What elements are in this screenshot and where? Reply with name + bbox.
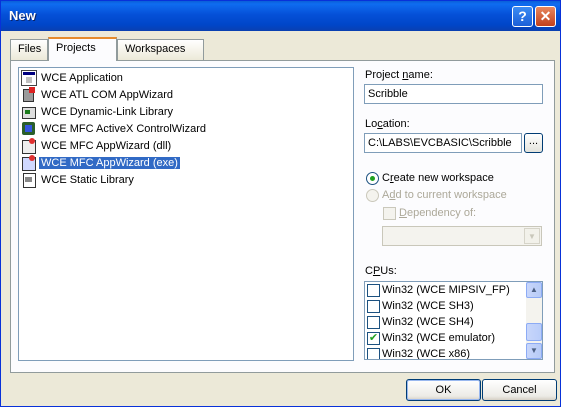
cpu-checkbox[interactable]: [367, 283, 380, 297]
list-item-mfc-appwizard-dll[interactable]: WCE MFC AppWizard (dll): [21, 138, 173, 154]
cpu-label: Win32 (WCE MIPSIV_FP): [382, 284, 510, 296]
scroll-up-icon[interactable]: ▲: [526, 282, 542, 298]
list-item-mfc-appwizard-exe[interactable]: WCE MFC AppWizard (exe): [21, 155, 181, 171]
activex-icon: [21, 121, 37, 137]
dependency-checkbox[interactable]: [383, 207, 396, 220]
location-label: Location:: [365, 118, 410, 130]
project-name-label: Project name:: [365, 69, 433, 81]
list-item-label: WCE MFC ActiveX ControlWizard: [41, 123, 207, 135]
scroll-down-icon[interactable]: ▼: [526, 343, 542, 359]
static-lib-icon: [21, 172, 37, 188]
mfc-exe-icon: [21, 155, 37, 171]
app-icon: [21, 70, 37, 86]
cpu-item-mipsiv-fp[interactable]: Win32 (WCE MIPSIV_FP): [367, 282, 510, 298]
mfc-dll-icon: [21, 138, 37, 154]
ok-button[interactable]: OK: [406, 379, 481, 401]
list-item-wce-application[interactable]: WCE Application: [21, 70, 125, 86]
list-item-label: WCE Application: [41, 72, 123, 84]
dependency-label: Dependency of:: [399, 207, 477, 219]
cpu-checkbox[interactable]: [367, 299, 380, 313]
cpu-item-x86[interactable]: Win32 (WCE x86): [367, 346, 471, 360]
browse-button[interactable]: ...: [524, 133, 543, 153]
new-dialog: New ? ✕ Files Projects Workspaces WCE Ap…: [0, 0, 561, 407]
list-item-dynamic-link-library[interactable]: WCE Dynamic-Link Library: [21, 104, 175, 120]
cpu-label: Win32 (WCE SH3): [382, 300, 474, 312]
cpu-checkbox[interactable]: [367, 347, 380, 359]
project-name-field[interactable]: Scribble: [364, 84, 543, 104]
list-item-static-library[interactable]: WCE Static Library: [21, 172, 136, 188]
list-item-mfc-activex-controlwizard[interactable]: WCE MFC ActiveX ControlWizard: [21, 121, 208, 137]
list-item-atl-com-appwizard[interactable]: WCE ATL COM AppWizard: [21, 87, 175, 103]
list-item-label: WCE Static Library: [41, 174, 134, 186]
close-button[interactable]: ✕: [535, 6, 556, 27]
scroll-thumb[interactable]: [526, 323, 542, 341]
dll-icon: [21, 104, 37, 120]
cpu-checkbox[interactable]: [367, 315, 380, 329]
title-bar[interactable]: New ? ✕: [1, 1, 560, 31]
dependency-combo[interactable]: ▼: [382, 226, 542, 246]
cancel-button[interactable]: Cancel: [482, 379, 557, 401]
cpu-label: Win32 (WCE x86): [382, 348, 471, 360]
cpu-scrollbar[interactable]: ▲ ▼: [526, 282, 542, 359]
cpu-checkbox-checked[interactable]: ✔: [367, 331, 380, 345]
window-title: New: [9, 8, 36, 23]
list-item-label: WCE MFC AppWizard (exe): [38, 156, 181, 170]
tab-files[interactable]: Files: [10, 39, 48, 60]
atl-icon: [21, 87, 37, 103]
add-workspace-radio[interactable]: [366, 189, 379, 202]
help-button[interactable]: ?: [512, 6, 533, 27]
add-workspace-label: Add to current workspace: [382, 189, 507, 201]
create-workspace-label[interactable]: Create new workspace: [382, 172, 494, 184]
list-item-label: WCE MFC AppWizard (dll): [41, 140, 172, 152]
tab-workspaces[interactable]: Workspaces: [117, 39, 204, 60]
cpu-item-sh3[interactable]: Win32 (WCE SH3): [367, 298, 474, 314]
cpu-item-sh4[interactable]: Win32 (WCE SH4): [367, 314, 474, 330]
location-field[interactable]: C:\LABS\EVCBASIC\Scribble: [364, 133, 522, 153]
cpu-item-emulator[interactable]: ✔ Win32 (WCE emulator): [367, 330, 495, 346]
cpu-label: Win32 (WCE emulator): [382, 332, 496, 344]
tab-projects[interactable]: Projects: [48, 37, 117, 61]
create-workspace-radio[interactable]: [366, 172, 379, 185]
cpu-label: Win32 (WCE SH4): [382, 316, 474, 328]
list-item-label: WCE ATL COM AppWizard: [41, 89, 174, 101]
list-item-label: WCE Dynamic-Link Library: [41, 106, 174, 118]
cpu-list[interactable]: Win32 (WCE MIPSIV_FP) Win32 (WCE SH3) Wi…: [364, 281, 543, 360]
project-type-list[interactable]: WCE Application WCE ATL COM AppWizard WC…: [18, 67, 354, 361]
chevron-down-icon[interactable]: ▼: [524, 228, 540, 244]
cpus-label: CPUs:: [365, 265, 397, 277]
